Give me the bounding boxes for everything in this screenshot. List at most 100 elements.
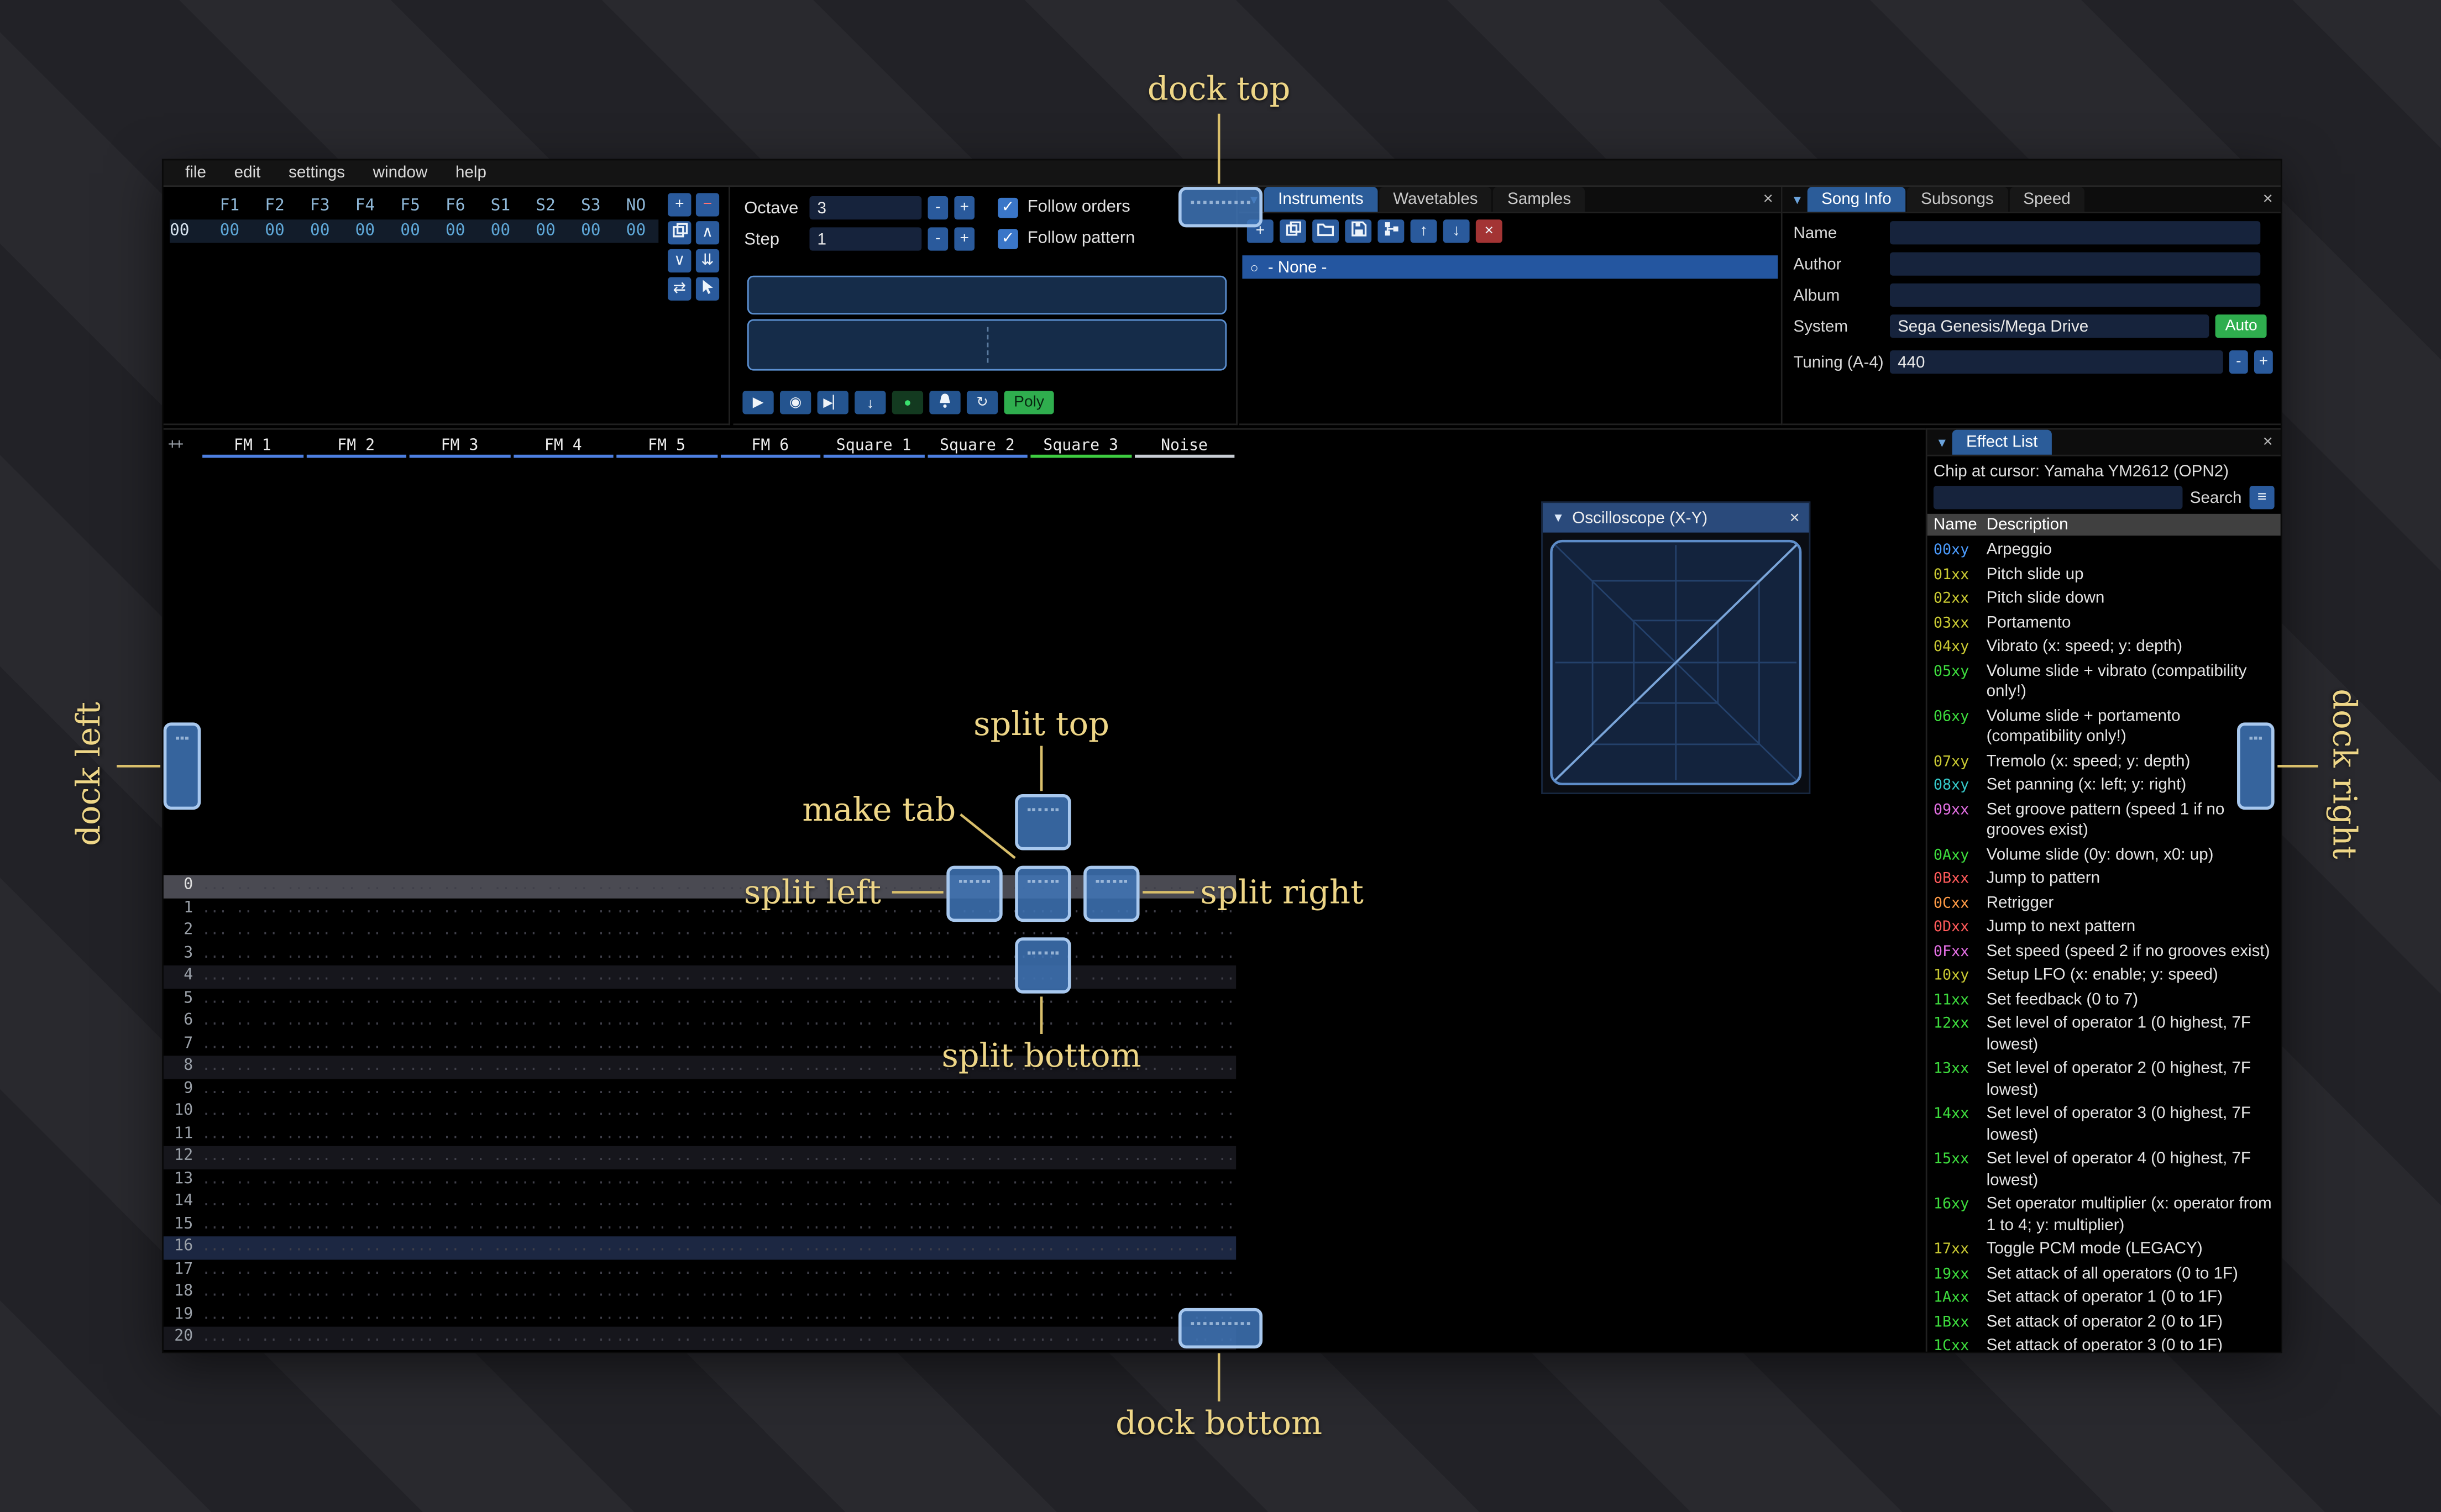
pattern-cell[interactable]: ... .. .. ..	[201, 988, 304, 1011]
oscilloscope-titlebar[interactable]: ▼ Oscilloscope (X-Y) ×	[1542, 503, 1809, 533]
pattern-cell[interactable]: ... .. .. ..	[1133, 1236, 1236, 1259]
orders-move-down-button[interactable]: ∨	[668, 249, 692, 273]
pattern-cell[interactable]: ... .. .. ..	[201, 1146, 304, 1169]
pattern-cell[interactable]: ... .. .. ..	[1133, 1011, 1236, 1033]
pattern-cell[interactable]: ... .. .. ..	[1133, 965, 1236, 988]
pattern-cell[interactable]: ... .. .. ..	[719, 965, 822, 988]
pattern-cell[interactable]: ... .. .. ..	[719, 920, 822, 943]
effect-search-input[interactable]	[1933, 486, 2182, 510]
pattern-cell[interactable]: ... .. .. ..	[719, 1078, 822, 1101]
channel-header-square-1[interactable]: Square 1	[822, 433, 925, 458]
pattern-cell[interactable]: ... .. .. ..	[408, 1214, 511, 1236]
pattern-cell[interactable]: ... .. .. ..	[925, 1101, 1029, 1124]
pattern-cell[interactable]: ... .. .. ..	[408, 965, 511, 988]
pattern-cell[interactable]: ... .. .. ..	[201, 1101, 304, 1124]
pattern-cell[interactable]: ... .. .. ..	[305, 1078, 408, 1101]
pattern-cell[interactable]: ... .. .. ..	[615, 1327, 718, 1350]
pattern-cell[interactable]: ... .. .. ..	[305, 875, 408, 898]
pattern-cell[interactable]: ... .. .. ..	[822, 1078, 925, 1101]
pattern-cell[interactable]: ... .. .. ..	[305, 1304, 408, 1327]
pattern-cell[interactable]: ... .. .. ..	[1029, 1124, 1133, 1146]
pattern-cell[interactable]: ... .. .. ..	[925, 1191, 1029, 1214]
pattern-cell[interactable]: ... .. .. ..	[1029, 1236, 1133, 1259]
effect-row-11xx[interactable]: 11xx Set feedback (0 to 7)	[1927, 988, 2281, 1012]
octave-decrease-button[interactable]: -	[928, 196, 949, 220]
pattern-cell[interactable]: ... .. .. ..	[305, 1191, 408, 1214]
step-input[interactable]	[809, 227, 922, 251]
effect-row-10xy[interactable]: 10xy Setup LFO (x: enable; y: speed)	[1927, 964, 2281, 988]
pattern-cell[interactable]: ... .. .. ..	[615, 1259, 718, 1282]
pattern-cell[interactable]: ... .. .. ..	[201, 1169, 304, 1191]
effect-row-03xx[interactable]: 03xx Portamento	[1927, 611, 2281, 636]
pattern-cell[interactable]: ... .. .. ..	[719, 1191, 822, 1214]
auto-detect-button[interactable]: Auto	[2215, 314, 2267, 338]
repeat-pattern-button[interactable]: ↻	[966, 391, 998, 414]
follow-orders-checkbox[interactable]: ✓	[998, 197, 1018, 218]
pattern-cell[interactable]: ... .. .. ..	[925, 1350, 1029, 1352]
input-name[interactable]	[1889, 221, 2261, 245]
pattern-cell[interactable]: ... .. .. ..	[925, 1078, 1029, 1101]
pattern-cell[interactable]: ... .. .. ..	[1029, 1169, 1133, 1191]
channel-header-fm-1[interactable]: FM 1	[201, 433, 304, 458]
pattern-cell[interactable]: ... .. .. ..	[719, 1350, 822, 1352]
pattern-cell[interactable]: ... .. .. ..	[822, 1056, 925, 1078]
pattern-cell[interactable]: ... .. .. ..	[719, 1169, 822, 1191]
pattern-cell[interactable]: ... .. .. ..	[305, 1214, 408, 1236]
pattern-cell[interactable]: ... .. .. ..	[822, 1214, 925, 1236]
pattern-cell[interactable]: ... .. .. ..	[305, 920, 408, 943]
pattern-cell[interactable]: ... .. .. ..	[305, 1327, 408, 1350]
pattern-cell[interactable]: ... .. .. ..	[408, 1191, 511, 1214]
pattern-cell[interactable]: ... .. .. ..	[201, 1033, 304, 1056]
effect-row-1bxx[interactable]: 1Bxx Set attack of operator 2 (0 to 1F)	[1927, 1310, 2281, 1335]
pattern-cell[interactable]: ... .. .. ..	[305, 943, 408, 965]
pattern-cell[interactable]: ... .. .. ..	[408, 1327, 511, 1350]
step-play-button[interactable]: ▶▏	[817, 391, 848, 414]
pattern-cell[interactable]: ... .. .. ..	[201, 965, 304, 988]
pattern-cell[interactable]: ... .. .. ..	[615, 875, 718, 898]
window-menu-icon[interactable]: ▼	[1787, 187, 1808, 212]
orders-cell-s1[interactable]: 00	[478, 219, 523, 243]
effect-row-02xx[interactable]: 02xx Pitch slide down	[1927, 587, 2281, 611]
pattern-cell[interactable]: ... .. .. ..	[719, 943, 822, 965]
pattern-cell[interactable]: ... .. .. ..	[305, 1169, 408, 1191]
pattern-cell[interactable]: ... .. .. ..	[822, 1350, 925, 1352]
effect-row-16xy[interactable]: 16xy Set operator multiplier (x: operator…	[1927, 1193, 2281, 1238]
pattern-cell[interactable]: ... .. .. ..	[925, 1236, 1029, 1259]
pattern-cell[interactable]: ... .. .. ..	[719, 1146, 822, 1169]
pattern-cell[interactable]: ... .. .. ..	[408, 875, 511, 898]
pattern-cell[interactable]: ... .. .. ..	[408, 1124, 511, 1146]
pattern-cell[interactable]: ... .. .. ..	[511, 1350, 615, 1352]
pattern-cell[interactable]: ... .. .. ..	[408, 988, 511, 1011]
pattern-cell[interactable]: ... .. .. ..	[1133, 1169, 1236, 1191]
pattern-cell[interactable]: ... .. .. ..	[201, 1056, 304, 1078]
pattern-cell[interactable]: ... .. .. ..	[1133, 1056, 1236, 1078]
pattern-cell[interactable]: ... .. .. ..	[1133, 1124, 1236, 1146]
tuning-increase-button[interactable]: +	[2254, 350, 2273, 374]
pattern-cell[interactable]: ... .. .. ..	[822, 1304, 925, 1327]
pattern-cell[interactable]: ... .. .. ..	[511, 1259, 615, 1282]
tab-samples[interactable]: Samples	[1493, 187, 1585, 212]
channel-header-square-2[interactable]: Square 2	[925, 433, 1029, 458]
dock-target-split-right[interactable]	[1083, 865, 1140, 922]
effect-row-09xx[interactable]: 09xx Set groove pattern (speed 1 if no gr…	[1927, 798, 2281, 843]
tab-instruments[interactable]: Instruments	[1264, 187, 1378, 212]
metronome-button[interactable]	[929, 391, 961, 414]
dock-target-dock-right[interactable]	[2237, 722, 2275, 810]
pattern-cell[interactable]: ... .. .. ..	[615, 1101, 718, 1124]
pattern-cell[interactable]: ... .. .. ..	[719, 988, 822, 1011]
pattern-cell[interactable]: ... .. .. ..	[925, 1259, 1029, 1282]
orders-cell-f1[interactable]: 00	[207, 219, 253, 243]
effect-row-1cxx[interactable]: 1Cxx Set attack of operator 3 (0 to 1F)	[1927, 1335, 2281, 1352]
pattern-cell[interactable]: ... .. .. ..	[719, 1327, 822, 1350]
orders-remove-button[interactable]: −	[695, 193, 720, 217]
play-pattern-button[interactable]: ◉	[779, 391, 811, 414]
pattern-cell[interactable]: ... .. .. ..	[511, 1191, 615, 1214]
pattern-cell[interactable]: ... .. .. ..	[719, 1056, 822, 1078]
effect-row-13xx[interactable]: 13xx Set level of operator 2 (0 highest, …	[1927, 1057, 2281, 1102]
pattern-cell[interactable]: ... .. .. ..	[925, 988, 1029, 1011]
octave-input[interactable]	[809, 196, 922, 220]
dock-target-dock-left[interactable]	[163, 722, 201, 810]
effect-row-0cxx[interactable]: 0Cxx Retrigger	[1927, 891, 2281, 916]
pattern-cell[interactable]: ... .. .. ..	[305, 1056, 408, 1078]
instrument-move-up-button[interactable]: ↑	[1410, 219, 1437, 243]
